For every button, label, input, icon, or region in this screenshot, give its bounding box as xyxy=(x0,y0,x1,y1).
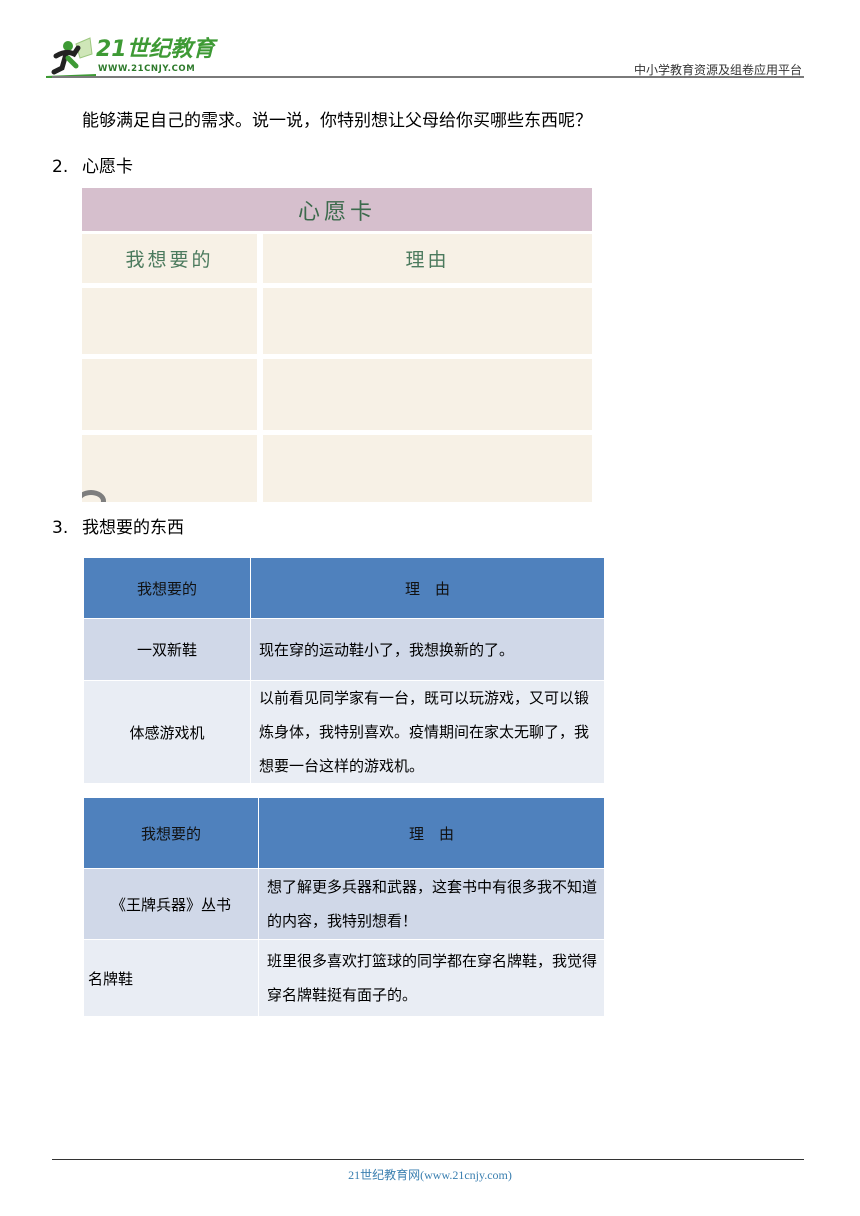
table-row: 一双新鞋 现在穿的运动鞋小了，我想换新的了。 xyxy=(83,618,605,681)
wish-card-cell[interactable] xyxy=(263,359,592,430)
wish-card-cell[interactable] xyxy=(82,435,257,502)
wish-card-title: 心愿卡 xyxy=(82,188,592,231)
wish-card-cell[interactable] xyxy=(263,288,592,354)
cell-reason: 想了解更多兵器和武器，这套书中有很多我不知道的内容，我特别想看！ xyxy=(258,868,605,940)
footer-divider xyxy=(52,1159,804,1160)
table-row: 体感游戏机 以前看见同学家有一台，既可以玩游戏，又可以锻炼身体，我特别喜欢。疫情… xyxy=(83,680,605,784)
cell-item: 《王牌兵器》丛书 xyxy=(83,868,259,940)
cell-reason: 以前看见同学家有一台，既可以玩游戏，又可以锻炼身体，我特别喜欢。疫情期间在家太无… xyxy=(250,680,605,784)
section-number: 3. xyxy=(52,518,69,538)
cell-item: 名牌鞋 xyxy=(83,939,259,1017)
table-header-row: 我想要的 理 由 xyxy=(83,557,605,619)
intro-paragraph: 能够满足自己的需求。说一说，你特别想让父母给你买哪些东西呢？ xyxy=(82,111,592,131)
logo-text: 21世纪教育 xyxy=(96,37,215,62)
section-heading-wish-card: 2. 心愿卡 xyxy=(52,156,133,178)
table-header-row: 我想要的 理 由 xyxy=(83,797,605,869)
wish-card-header-want: 我想要的 xyxy=(82,234,257,283)
section-number: 2. xyxy=(52,157,69,177)
header-want: 我想要的 xyxy=(83,557,251,619)
cell-reason: 班里很多喜欢打篮球的同学都在穿名牌鞋，我觉得穿名牌鞋挺有面子的。 xyxy=(258,939,605,1017)
header-want: 我想要的 xyxy=(83,797,259,869)
wish-card-header-reason: 理由 xyxy=(263,234,592,283)
wants-table-1: 我想要的 理 由 一双新鞋 现在穿的运动鞋小了，我想换新的了。 体感游戏机 以前… xyxy=(83,557,605,784)
logo-url: WWW.21CNJY.COM xyxy=(98,64,196,74)
section-heading-wanted-things: 3. 我想要的东西 xyxy=(52,517,184,539)
header-divider xyxy=(52,76,804,78)
header-reason: 理 由 xyxy=(250,557,605,619)
table-row: 《王牌兵器》丛书 想了解更多兵器和武器，这套书中有很多我不知道的内容，我特别想看… xyxy=(83,868,605,940)
wish-card-cell[interactable] xyxy=(82,288,257,354)
wish-card: 心愿卡 我想要的 理由 xyxy=(82,188,592,502)
section-title: 心愿卡 xyxy=(82,157,133,177)
wish-card-cell[interactable] xyxy=(263,435,592,502)
cell-item: 一双新鞋 xyxy=(83,618,251,681)
section-title: 我想要的东西 xyxy=(82,518,184,538)
wish-card-cell[interactable] xyxy=(82,359,257,430)
footer-text[interactable]: 21世纪教育网(www.21cnjy.com) xyxy=(0,1166,860,1183)
cell-reason: 现在穿的运动鞋小了，我想换新的了。 xyxy=(250,618,605,681)
table-row: 名牌鞋 班里很多喜欢打篮球的同学都在穿名牌鞋，我觉得穿名牌鞋挺有面子的。 xyxy=(83,939,605,1017)
cell-item: 体感游戏机 xyxy=(83,680,251,784)
wants-table-2: 我想要的 理 由 《王牌兵器》丛书 想了解更多兵器和武器，这套书中有很多我不知道… xyxy=(83,797,605,1017)
header-reason: 理 由 xyxy=(258,797,605,869)
